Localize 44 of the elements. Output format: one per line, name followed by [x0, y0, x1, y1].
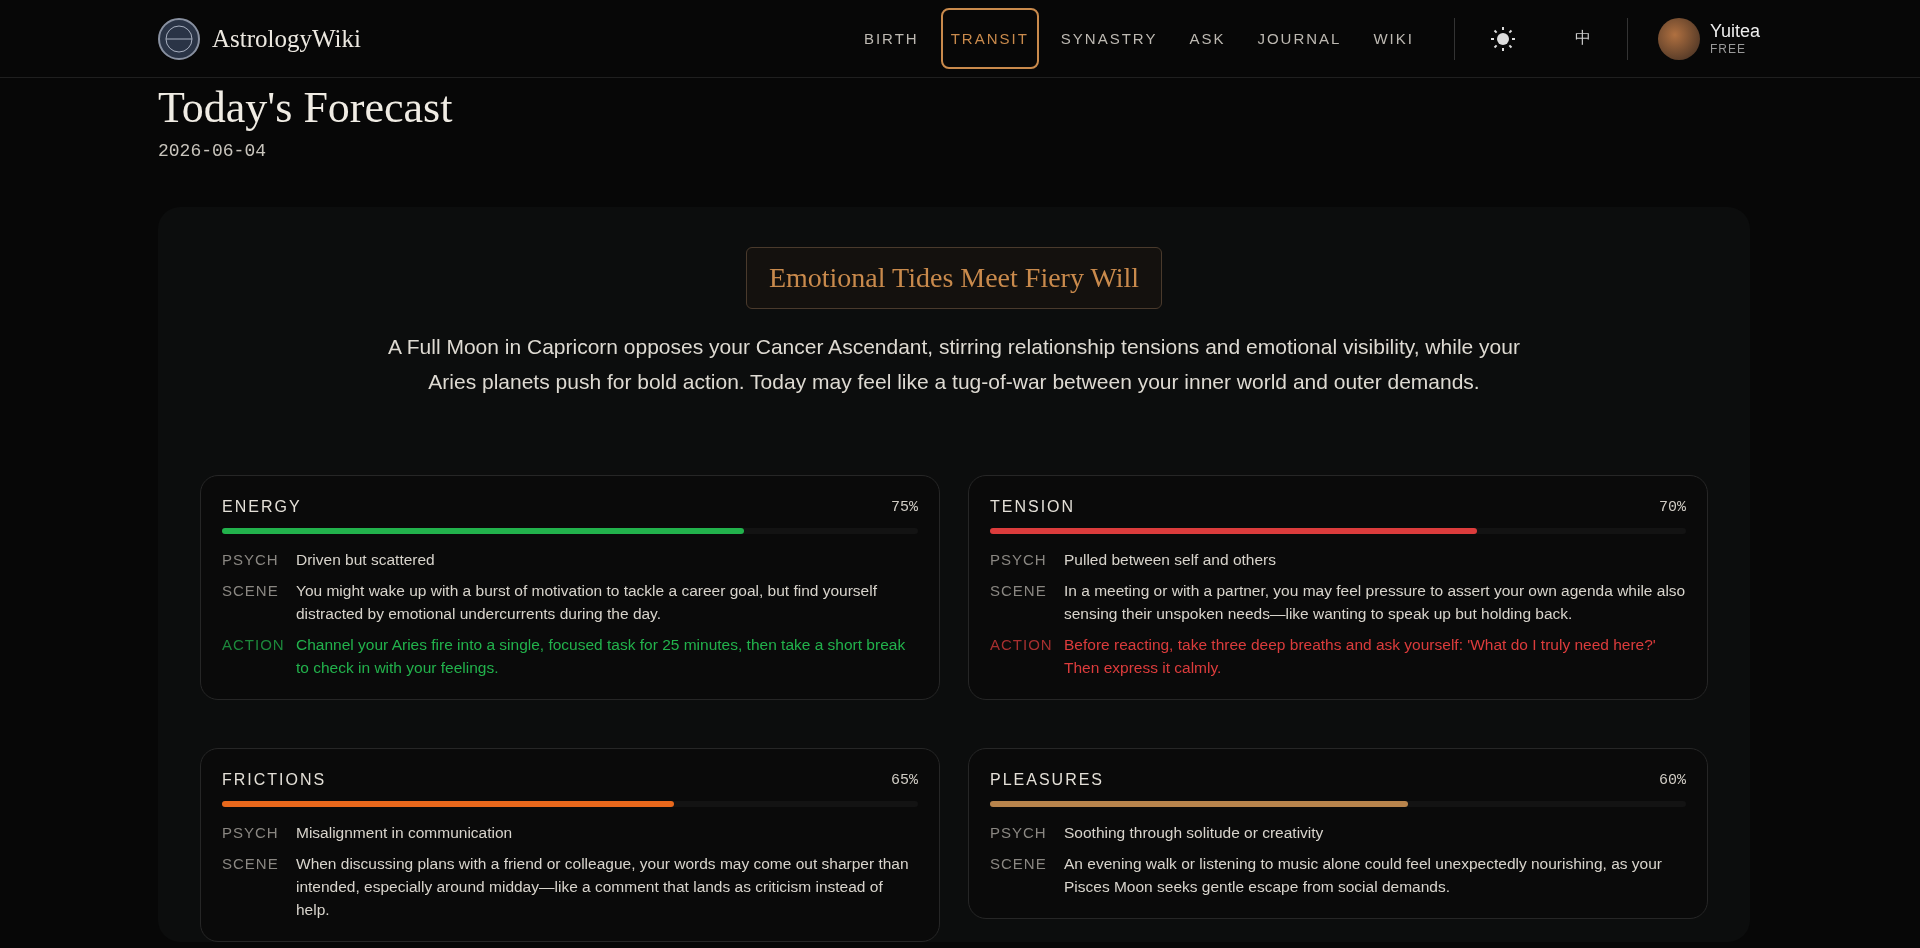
row-label: ACTION: [990, 635, 1054, 655]
row-text: Before reacting, take three deep breaths and ask yourself: 'What do I truly need here?' Then express it calmly.: [1064, 635, 1657, 678]
card-title: PLEASURES: [990, 771, 1105, 789]
logo-icon: [158, 17, 200, 60]
row-label: SCENE: [222, 854, 280, 874]
row-text: An evening walk or listening to music alone could feel unexpectedly nourishing, as your Pisces Moon seeks gentle escape from social demands.: [1064, 854, 1663, 897]
row-text: You might wake up with a burst of motivation to tackle a career goal, but find yourself distracted by emotional undercurrents during the day.: [296, 581, 878, 624]
row-text: Misalignment in communication: [296, 823, 513, 843]
forecast-summary: A Full Moon in Capricorn opposes your Cancer Ascendant, stirring relationship tensions and emotional visibility, while your Aries planets push for bold action. Today may feel like a tug-of-war between your inner world and outer demands.: [387, 334, 1521, 395]
nav-link[interactable]: BIRTH: [853, 8, 929, 69]
row-label: PSYCH: [222, 823, 280, 843]
row-label: PSYCH: [990, 550, 1048, 570]
row-text: Soothing through solitude or creativity: [1064, 823, 1324, 843]
language-button[interactable]: 中: [1568, 27, 1597, 50]
row-label: SCENE: [222, 581, 280, 601]
forecast-date: 2026-06-04: [158, 141, 268, 161]
row-text: Channel your Aries fire into a single, focused task for 25 minutes, then take a short break to check in with your feelings.: [296, 635, 907, 678]
nav-link[interactable]: WIKI: [1363, 8, 1424, 69]
card-percent: 70%: [1659, 498, 1686, 516]
row-text: Driven but scattered: [296, 550, 435, 570]
plan-label: FREE: [1709, 42, 1747, 56]
nav-link[interactable]: JOURNAL: [1247, 8, 1352, 69]
card-percent: 65%: [891, 771, 918, 789]
row-label: PSYCH: [222, 550, 280, 570]
row-text: When discussing plans with a friend or colleague, your words may come out sharper than intended, especially around midday—like a comment that lands as criticism instead of help.: [296, 854, 910, 920]
card-title: TENSION: [990, 498, 1076, 516]
logo-text: AstrologyWiki: [212, 24, 361, 53]
row-label: SCENE: [990, 854, 1048, 874]
row-label: ACTION: [222, 635, 286, 655]
row-text: In a meeting or with a partner, you may feel pressure to assert your own agenda while also sensing their unspoken needs—like wanting to speak up but holding back.: [1064, 581, 1686, 624]
row-text: Pulled between self and others: [1064, 550, 1276, 570]
avatar[interactable]: [1657, 17, 1700, 60]
nav-link[interactable]: ASK: [1179, 8, 1236, 69]
nav-link[interactable]: TRANSIT: [940, 8, 1039, 69]
card-title: FRICTIONS: [222, 771, 327, 789]
card-title: ENERGY: [222, 498, 302, 516]
page-title: Today's Forecast: [158, 82, 454, 133]
user-name: Yuitea: [1709, 21, 1760, 42]
forecast-headline: Emotional Tides Meet Fiery Will: [745, 247, 1163, 309]
card-percent: 60%: [1659, 771, 1686, 789]
card-percent: 75%: [891, 498, 918, 516]
nav-link[interactable]: SYNASTRY: [1050, 8, 1168, 69]
row-label: SCENE: [990, 581, 1048, 601]
row-label: PSYCH: [990, 823, 1048, 843]
